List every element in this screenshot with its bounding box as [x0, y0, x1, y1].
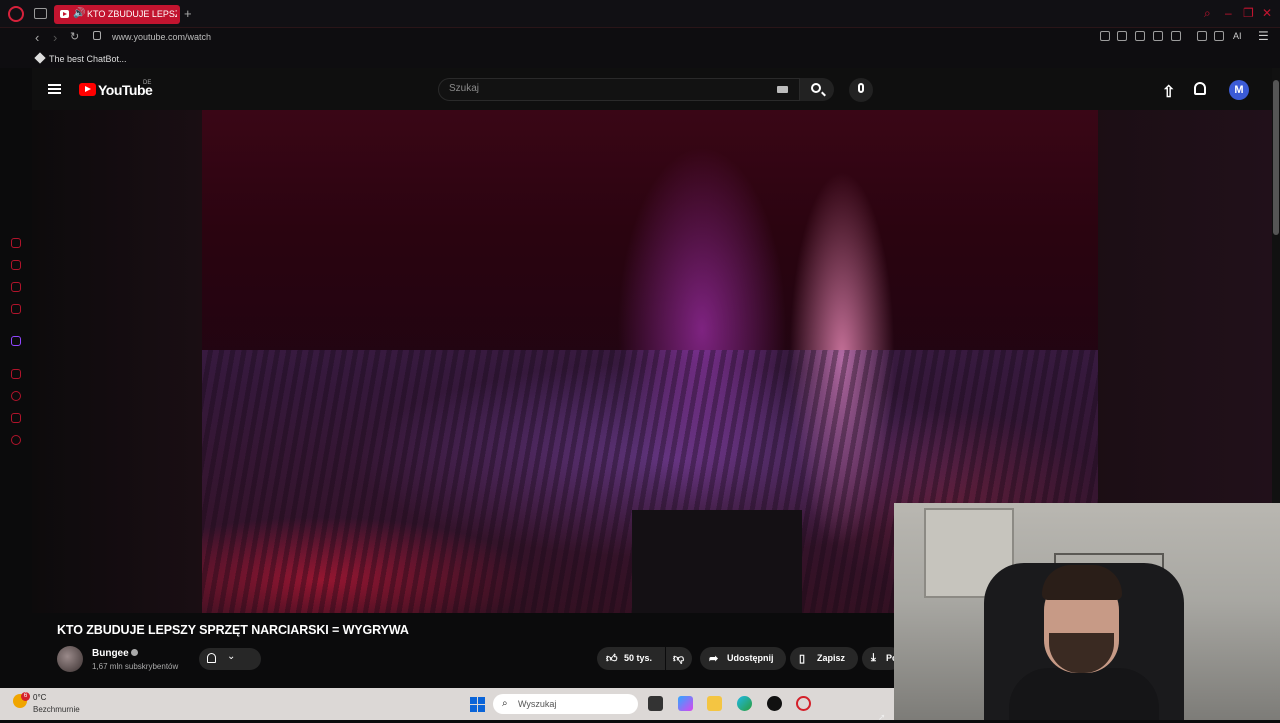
chevron-down-icon: ⌄ — [227, 651, 236, 662]
like-button[interactable]: 👍︎ 50 tys. — [597, 647, 665, 670]
search-button[interactable] — [800, 78, 834, 101]
sidebar-twitch-icon[interactable] — [11, 336, 21, 346]
sidebar-player-icon[interactable] — [11, 369, 21, 379]
tab-title: KTO ZBUDUJE LEPSZY — [87, 9, 177, 19]
notifications-bell-icon[interactable] — [1194, 82, 1206, 95]
browser-tab-bar — [0, 0, 1280, 28]
sidebar-history-icon[interactable] — [11, 238, 21, 248]
weather-description[interactable]: Bezchmurnie — [33, 705, 80, 714]
webcam-overlay — [894, 503, 1280, 720]
notification-badge: 6 — [21, 692, 30, 701]
taskbar-search[interactable]: ⌕ Wyszukaj — [493, 694, 638, 714]
youtube-logo-icon[interactable] — [79, 83, 96, 96]
hamburger-menu-icon[interactable] — [48, 84, 61, 94]
heart-icon[interactable] — [1171, 31, 1181, 41]
video-frame-dj-booth — [632, 510, 802, 613]
search-icon — [811, 83, 821, 93]
save-playlist-icon: ▯ — [799, 653, 806, 665]
subscriber-count: 1,67 mln subskrybentów — [92, 662, 179, 671]
speaker-icon[interactable]: 🔊 — [73, 8, 85, 19]
voice-search-button[interactable] — [849, 78, 873, 102]
back-icon[interactable]: ‹ — [35, 30, 39, 45]
search-icon: ⌕ — [502, 698, 508, 709]
opera-logo-icon[interactable] — [8, 6, 24, 22]
maximize-icon[interactable]: ❐ — [1243, 6, 1254, 20]
download-arrow-icon: ⤓ — [871, 652, 876, 664]
sidebar-settings-icon[interactable] — [11, 435, 21, 445]
bookmark-chatbot[interactable]: The best ChatBot... — [49, 54, 127, 64]
opera-taskbar-icon[interactable] — [796, 696, 811, 711]
taskbar-search-label: Wyszukaj — [518, 699, 557, 709]
weather-temperature[interactable]: 0°C — [33, 693, 46, 702]
app-icon[interactable] — [767, 696, 782, 711]
file-explorer-icon[interactable] — [707, 696, 722, 711]
tab-active[interactable]: 🔊 KTO ZBUDUJE LEPSZY — [54, 5, 180, 24]
webcam-person-body — [1009, 668, 1159, 720]
forward-icon[interactable]: › — [53, 30, 57, 45]
shield-icon[interactable] — [1135, 31, 1145, 41]
search-box — [438, 78, 800, 101]
close-icon[interactable]: ✕ — [1262, 6, 1272, 20]
keyboard-icon[interactable] — [777, 86, 788, 93]
video-title: KTO ZBUDUJE LEPSZY SPRZĘT NARCIARSKI = W… — [57, 623, 409, 637]
windows-start-icon[interactable] — [470, 697, 485, 712]
share-label: Udostępnij — [727, 653, 774, 663]
lock-icon[interactable] — [93, 31, 101, 40]
plus-icon[interactable]: + — [184, 6, 192, 21]
verified-icon — [131, 649, 138, 656]
subscribed-notifications-button[interactable]: ⌄ — [199, 648, 261, 670]
scrollbar-thumb[interactable] — [1273, 80, 1279, 235]
channel-avatar[interactable] — [57, 646, 83, 672]
windows-taskbar — [0, 688, 894, 720]
minimize-icon[interactable]: – — [1225, 6, 1232, 20]
edge-icon[interactable] — [737, 696, 752, 711]
webcam-person-hair — [1042, 565, 1122, 600]
search-input[interactable] — [449, 83, 749, 94]
sidebar-heart-icon[interactable] — [11, 413, 21, 423]
reload-icon[interactable]: ↻ — [70, 30, 79, 43]
task-view-icon[interactable] — [648, 696, 663, 711]
bell-icon — [207, 653, 216, 663]
thumbs-up-icon: 👍︎ — [606, 653, 618, 665]
upload-icon[interactable]: ⇧ — [1162, 82, 1175, 102]
menu-icon[interactable]: ☰ — [1258, 29, 1269, 43]
play-icon[interactable] — [1153, 31, 1163, 41]
bookmark-icon[interactable] — [1117, 31, 1127, 41]
bookmarks-bar — [0, 50, 1280, 68]
sidebar-clock-icon[interactable] — [11, 391, 21, 401]
aria-ai-label[interactable]: AI — [1233, 31, 1242, 41]
save-button[interactable]: ▯ Zapisz — [790, 647, 858, 670]
copilot-icon[interactable] — [678, 696, 693, 711]
microphone-icon — [858, 83, 864, 93]
share-icon: ➦ — [709, 653, 719, 665]
country-code: DE — [143, 80, 152, 86]
snapshot-icon[interactable] — [1100, 31, 1110, 41]
url-text[interactable]: www.youtube.com/watch — [112, 32, 211, 42]
sidebar-messenger-icon[interactable] — [11, 260, 21, 270]
sidebar-instagram-icon[interactable] — [11, 304, 21, 314]
workspaces-icon[interactable] — [34, 8, 47, 19]
youtube-favicon-icon — [60, 10, 69, 18]
wallet-icon[interactable] — [1197, 31, 1207, 41]
share-button[interactable]: ➦ Udostępnij — [700, 647, 786, 670]
mouse-cursor-icon: ➚ — [878, 712, 886, 722]
avatar[interactable]: M — [1229, 80, 1249, 100]
thumbs-down-icon: 👎︎ — [673, 653, 685, 665]
channel-name[interactable]: Bungee — [92, 648, 129, 659]
save-label: Zapisz — [817, 653, 846, 663]
search-tabs-icon[interactable]: ⌕ — [1204, 6, 1211, 21]
dislike-button[interactable]: 👎︎ — [666, 647, 692, 670]
sidebar-whatsapp-icon[interactable] — [11, 282, 21, 292]
like-count: 50 tys. — [624, 653, 653, 663]
download-icon[interactable] — [1214, 31, 1224, 41]
